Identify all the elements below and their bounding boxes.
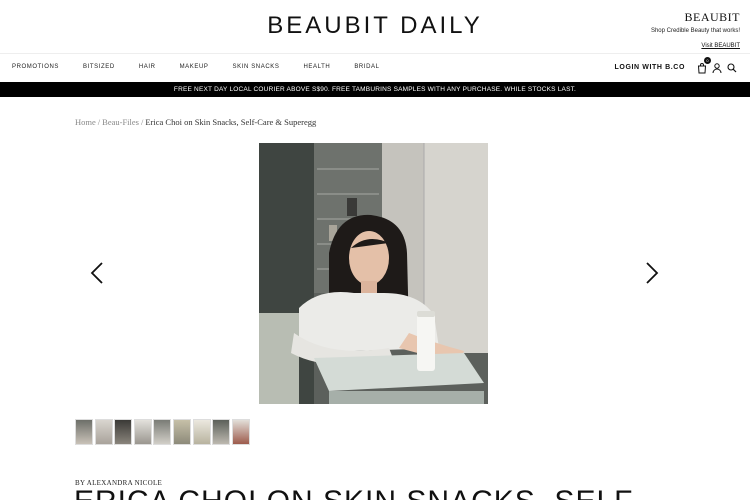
promo-brand: BEAUBIT [684, 10, 740, 24]
nav-item-skin-snacks[interactable]: SKIN SNACKS [233, 64, 280, 70]
announcement-bar: FREE NEXT DAY LOCAL COURIER ABOVE S$90. … [0, 82, 750, 97]
shopping-bag-icon[interactable]: 0 [696, 57, 711, 74]
carousel-next-button[interactable] [645, 262, 659, 284]
breadcrumb-separator: / [97, 117, 101, 127]
carousel-prev-button[interactable] [90, 262, 104, 284]
breadcrumb-current: Erica Choi on Skin Snacks, Self-Care & S… [145, 117, 317, 127]
nav-item-health[interactable]: HEALTH [303, 64, 330, 70]
gallery-thumbnail[interactable] [75, 419, 93, 445]
gallery-thumbnail[interactable] [133, 419, 152, 445]
account-icon[interactable] [711, 61, 723, 74]
search-icon[interactable] [726, 61, 738, 73]
breadcrumb-separator: / [140, 117, 144, 127]
visit-beaubit-link[interactable]: Visit BEAUBIT [701, 43, 740, 49]
bag-count-badge: 0 [704, 57, 711, 64]
chevron-right-icon [646, 262, 659, 284]
gallery-thumbnail[interactable] [153, 419, 172, 445]
site-logo[interactable]: BEAUBIT DAILY [0, 12, 750, 40]
nav-item-makeup[interactable]: MAKEUP [180, 64, 209, 70]
gallery-thumbnail[interactable] [94, 419, 113, 445]
gallery-thumbnails [75, 419, 251, 445]
nav-item-promotions[interactable]: PROMOTIONS [12, 64, 59, 70]
nav-item-hair[interactable]: HAIR [139, 64, 156, 70]
breadcrumb-home[interactable]: Home [75, 117, 96, 127]
gallery-thumbnail[interactable] [231, 419, 250, 445]
beaubit-promo: BEAUBIT Shop Credible Beauty that works!… [651, 10, 740, 52]
nav-item-bitsized[interactable]: BITSIZED [83, 64, 115, 70]
main-nav: PROMOTIONS BITSIZED HAIR MAKEUP SKIN SNA… [0, 53, 750, 81]
promo-tagline: Shop Credible Beauty that works! [650, 28, 740, 34]
hero-image [259, 143, 488, 404]
gallery-thumbnail[interactable] [212, 419, 231, 445]
gallery-thumbnail[interactable] [114, 419, 133, 445]
login-link[interactable]: LOGIN WITH B.CO [615, 64, 685, 71]
gallery-thumbnail[interactable] [192, 419, 211, 445]
breadcrumb: Home / Beau-Files / Erica Choi on Skin Snack… [75, 117, 316, 127]
article-title: ERICA CHOI ON SKIN SNACKS, SELF [74, 485, 633, 500]
nav-item-bridal[interactable]: BRIDAL [354, 64, 379, 70]
breadcrumb-beau-files[interactable]: Beau-Files [102, 117, 139, 127]
gallery-thumbnail[interactable] [172, 419, 191, 445]
chevron-left-icon [90, 262, 103, 284]
